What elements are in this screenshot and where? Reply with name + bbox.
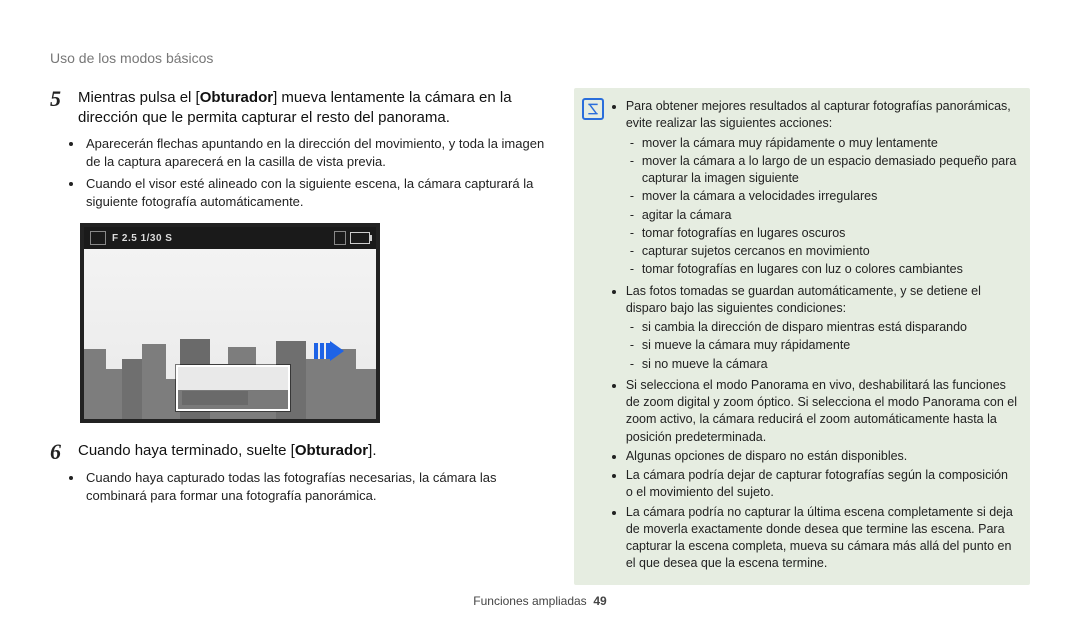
direction-arrow-icon [330, 341, 344, 361]
list-item: agitar la cámara [642, 207, 1018, 224]
page-footer: Funciones ampliadas 49 [0, 594, 1080, 608]
tips-box: Para obtener mejores resultados al captu… [574, 88, 1030, 585]
page-number: 49 [593, 594, 606, 608]
list-item: mover la cámara a lo largo de un espacio… [642, 153, 1018, 188]
right-column: Para obtener mejores resultados al captu… [574, 88, 1030, 585]
step-5: 5 Mientras pulsa el [Obturador] mueva le… [50, 88, 546, 129]
list-item: si no mueve la cámara [642, 356, 1018, 373]
step6-part3: ]. [368, 442, 376, 459]
list-item: si mueve la cámara muy rápidamente [642, 337, 1018, 354]
list-item: tomar fotografías en lugares oscuros [642, 225, 1018, 242]
list-item: Cuando haya capturado todas las fotograf… [84, 469, 546, 505]
step-5-sublist: Aparecerán flechas apuntando en la direc… [84, 135, 546, 212]
step-6-sublist: Cuando haya capturado todas las fotograf… [84, 469, 546, 505]
list-item: La cámara podría dejar de capturar fotog… [626, 467, 1018, 502]
step5-bold: Obturador [200, 89, 273, 106]
sd-icon [334, 231, 346, 245]
list-item: capturar sujetos cercanos en movimiento [642, 243, 1018, 260]
mode-icon [90, 231, 106, 245]
step5-part1: Mientras pulsa el [ [78, 89, 200, 106]
preview-thumbnail [176, 365, 290, 411]
note-icon [582, 98, 604, 120]
list-item: La cámara podría no capturar la última e… [626, 504, 1018, 573]
battery-icon [350, 232, 370, 244]
left-column: 5 Mientras pulsa el [Obturador] mueva le… [50, 88, 546, 585]
step-text: Mientras pulsa el [Obturador] mueva lent… [78, 88, 546, 129]
camera-hud: F 2.5 1/30 S [84, 227, 376, 249]
exposure-readout: F 2.5 1/30 S [112, 233, 172, 244]
list-item: mover la cámara a velocidades irregulare… [642, 188, 1018, 205]
tip-item: Las fotos tomadas se guardan automáticam… [626, 283, 1018, 373]
list-item: Algunas opciones de disparo no están dis… [626, 448, 1018, 465]
list-item: Si selecciona el modo Panorama en vivo, … [626, 377, 1018, 446]
step-6: 6 Cuando haya terminado, suelte [Obturad… [50, 441, 546, 463]
step6-bold: Obturador [295, 442, 368, 459]
list-item: si cambia la dirección de disparo mientr… [642, 319, 1018, 336]
list-item: Aparecerán flechas apuntando en la direc… [84, 135, 546, 171]
step6-part1: Cuando haya terminado, suelte [ [78, 442, 295, 459]
footer-label: Funciones ampliadas [473, 594, 586, 608]
tip-second: Las fotos tomadas se guardan automáticam… [626, 284, 981, 315]
list-item: mover la cámara muy rápidamente o muy le… [642, 135, 1018, 152]
step-number: 6 [50, 441, 68, 463]
tip-intro: Para obtener mejores resultados al captu… [626, 99, 1011, 130]
section-heading: Uso de los modos básicos [50, 50, 1030, 66]
list-item: Cuando el visor esté alineado con la sig… [84, 175, 546, 211]
step-number: 5 [50, 88, 68, 129]
panorama-figure: F 2.5 1/30 S [80, 223, 380, 423]
tip-item: Para obtener mejores resultados al captu… [626, 98, 1018, 279]
step-text: Cuando haya terminado, suelte [Obturador… [78, 441, 377, 463]
list-item: tomar fotografías en lugares con luz o c… [642, 261, 1018, 278]
direction-arrow-tail [314, 343, 330, 359]
